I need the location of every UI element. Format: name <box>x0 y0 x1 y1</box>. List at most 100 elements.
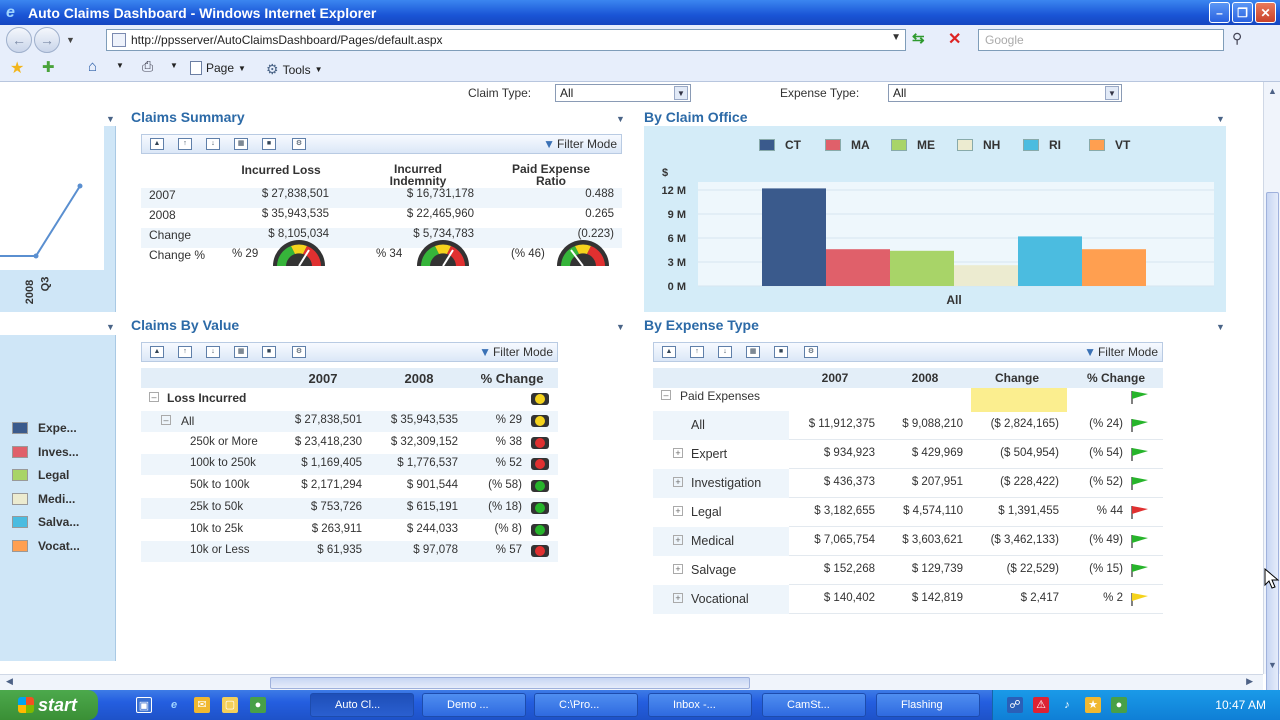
office-bar-ma[interactable] <box>826 249 890 286</box>
stop-icon[interactable]: ✕ <box>948 29 961 49</box>
address-dropdown-icon[interactable]: ▼ <box>891 32 901 43</box>
page-menu-icon <box>190 61 202 75</box>
toolbar-settings-icon[interactable]: ⚙ <box>292 138 306 150</box>
tray-messenger-icon[interactable]: ● <box>1111 697 1127 713</box>
vertical-scroll-thumb[interactable] <box>1266 192 1279 692</box>
home-icon[interactable]: ⌂ <box>88 58 97 75</box>
quicklaunch-desktop-icon[interactable]: ▣ <box>136 697 152 713</box>
toolbar-chart-icon[interactable]: ▲ <box>662 346 676 358</box>
toolbar-grid-icon[interactable]: ▦ <box>234 346 248 358</box>
taskbar-item-demo[interactable]: Demo ... <box>422 693 526 717</box>
windows-logo-icon <box>18 697 34 713</box>
refresh-icon[interactable]: ⇆ <box>912 29 925 47</box>
toolbar-sort-desc-icon[interactable]: ↓ <box>206 346 220 358</box>
left-panel-menu-icon[interactable]: ▼ <box>106 114 115 124</box>
taskbar-item-explorer[interactable]: C:\Pro... <box>534 693 638 717</box>
loss-incurred-collapse-icon[interactable]: – <box>149 392 159 402</box>
toolbar-grid-icon[interactable]: ▦ <box>234 138 248 150</box>
start-button[interactable]: start <box>0 690 98 720</box>
by-claim-office-menu-icon[interactable]: ▼ <box>1216 114 1225 124</box>
toolbar-export-icon[interactable]: ■ <box>262 346 276 358</box>
claims-summary-menu-icon[interactable]: ▼ <box>616 114 625 124</box>
left-legend-item: Salva... <box>12 515 79 529</box>
expand-row-icon[interactable]: + <box>673 506 683 516</box>
claims-by-value-menu-icon[interactable]: ▼ <box>616 322 625 332</box>
claim-type-dropdown-icon[interactable]: ▼ <box>674 86 688 100</box>
toolbar-settings-icon[interactable]: ⚙ <box>804 346 818 358</box>
minimize-button[interactable]: – <box>1209 2 1230 23</box>
forward-button[interactable]: → <box>34 27 60 53</box>
status-flag-yellow-icon <box>1131 593 1148 606</box>
all-collapse-icon[interactable]: – <box>161 415 171 425</box>
add-favorites-icon[interactable]: ✚ <box>42 58 55 76</box>
taskbar-item-camstudio[interactable]: CamSt... <box>762 693 866 717</box>
office-bar-ri[interactable] <box>1018 236 1082 286</box>
home-dropdown-icon[interactable]: ▼ <box>116 61 124 70</box>
left-panel2-menu-icon[interactable]: ▼ <box>106 322 115 332</box>
tray-security-icon[interactable]: ⚠ <box>1033 697 1049 713</box>
funnel-icon: ▼ <box>1084 345 1096 359</box>
search-input[interactable]: Google <box>978 29 1224 51</box>
toolbar-export-icon[interactable]: ■ <box>262 138 276 150</box>
toolbar-export-icon[interactable]: ■ <box>774 346 788 358</box>
claim-type-select[interactable]: All ▼ <box>555 84 691 102</box>
incurred-indemnity-value: $ 16,731,178 <box>406 188 474 200</box>
office-bar-nh[interactable] <box>954 265 1018 286</box>
by-expense-type-menu-icon[interactable]: ▼ <box>1216 322 1225 332</box>
print-dropdown-icon[interactable]: ▼ <box>170 61 178 70</box>
expand-row-icon[interactable]: + <box>673 535 683 545</box>
toolbar-sort-asc-icon[interactable]: ↑ <box>178 346 192 358</box>
by-expense-type-filter-mode[interactable]: ▼ Filter Mode <box>1084 345 1158 359</box>
toolbar-sort-desc-icon[interactable]: ↓ <box>206 138 220 150</box>
page-icon <box>112 33 126 47</box>
quicklaunch-outlook-icon[interactable]: ✉ <box>194 697 210 713</box>
search-icon[interactable]: ⚲ <box>1232 30 1242 47</box>
scroll-down-icon[interactable]: ▼ <box>1268 660 1277 670</box>
quicklaunch-folder-icon[interactable]: ▢ <box>222 697 238 713</box>
tray-network-icon[interactable]: ☍ <box>1007 697 1023 713</box>
office-bar-ct[interactable] <box>762 188 826 286</box>
expand-row-icon[interactable]: + <box>673 593 683 603</box>
toolbar-sort-asc-icon[interactable]: ↑ <box>690 346 704 358</box>
expand-row-icon[interactable]: + <box>673 564 683 574</box>
page-menu[interactable]: Page ▼ <box>190 61 246 75</box>
back-button[interactable]: ← <box>6 27 32 53</box>
taskbar-item-flashing[interactable]: Flashing <box>876 693 980 717</box>
horizontal-scrollbar[interactable]: ◀ ▶ <box>0 674 1263 690</box>
tray-update-icon[interactable]: ★ <box>1085 697 1101 713</box>
taskbar-item-auto-claims[interactable]: Auto Cl... <box>310 693 414 717</box>
expense-type-dropdown-icon[interactable]: ▼ <box>1105 86 1119 100</box>
expand-row-icon[interactable]: + <box>673 477 683 487</box>
toolbar-grid-icon[interactable]: ▦ <box>746 346 760 358</box>
office-bar-vt[interactable] <box>1082 249 1146 286</box>
quicklaunch-messenger-icon[interactable]: ● <box>250 697 266 713</box>
toolbar-sort-asc-icon[interactable]: ↑ <box>178 138 192 150</box>
office-bar-me[interactable] <box>890 250 954 286</box>
expand-row-icon[interactable]: + <box>673 448 683 458</box>
toolbar-chart-icon[interactable]: ▲ <box>150 138 164 150</box>
status-light-red <box>531 458 549 471</box>
scroll-left-icon[interactable]: ◀ <box>6 676 13 687</box>
maximize-button[interactable]: ❐ <box>1232 2 1253 23</box>
tray-volume-icon[interactable]: ♪ <box>1059 697 1075 713</box>
flag-cloth <box>1132 477 1148 485</box>
value-2008: $ 32,309,152 <box>390 435 458 448</box>
address-bar[interactable]: http://ppsserver/AutoClaimsDashboard/Pag… <box>106 29 906 51</box>
claims-summary-filter-mode[interactable]: ▼ Filter Mode <box>543 137 617 151</box>
history-dropdown-icon[interactable]: ▼ <box>66 35 75 45</box>
print-icon[interactable]: ⎙ <box>142 58 153 75</box>
taskbar-item-inbox[interactable]: Inbox -... <box>648 693 752 717</box>
tools-menu[interactable]: ⚙ Tools ▼ <box>266 61 323 78</box>
toolbar-settings-icon[interactable]: ⚙ <box>292 346 306 358</box>
scroll-right-icon[interactable]: ▶ <box>1246 676 1253 687</box>
scroll-up-icon[interactable]: ▲ <box>1268 86 1277 96</box>
favorites-star-icon[interactable]: ★ <box>10 58 24 78</box>
expense-type-select[interactable]: All ▼ <box>888 84 1122 102</box>
quicklaunch-ie-icon[interactable]: e <box>166 697 182 713</box>
toolbar-sort-desc-icon[interactable]: ↓ <box>718 346 732 358</box>
paid-expenses-collapse-icon[interactable]: – <box>661 390 671 400</box>
horizontal-scroll-thumb[interactable] <box>270 677 750 689</box>
close-button[interactable]: ✕ <box>1255 2 1276 23</box>
toolbar-chart-icon[interactable]: ▲ <box>150 346 164 358</box>
claims-by-value-filter-mode[interactable]: ▼ Filter Mode <box>479 345 553 359</box>
